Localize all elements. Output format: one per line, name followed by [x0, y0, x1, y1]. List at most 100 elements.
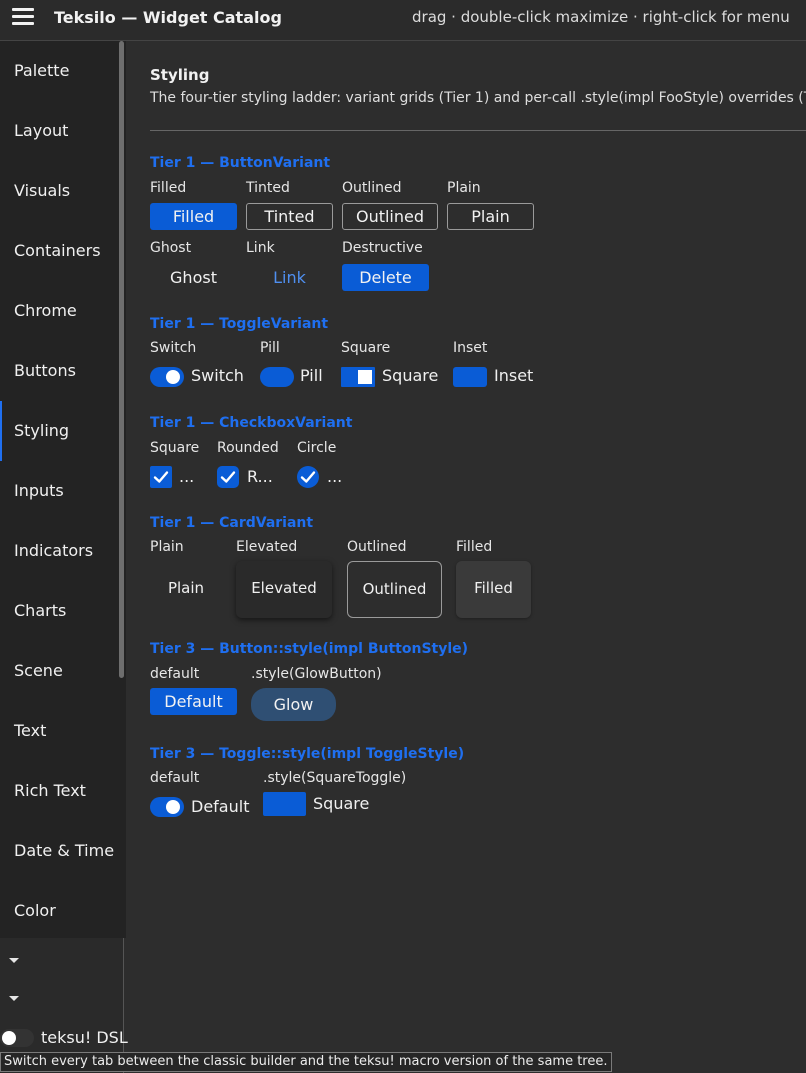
section-heading-button-style: Tier 3 — Button::style(impl ButtonStyle) — [150, 641, 469, 657]
default-toggle[interactable]: Default — [150, 797, 260, 817]
sidebar-item-label: Chrome — [14, 301, 77, 320]
page-title: Styling — [150, 66, 210, 84]
variant-caption: Elevated — [236, 539, 298, 555]
variant-caption: Ghost — [150, 240, 192, 256]
sidebar-item-label: Buttons — [14, 361, 76, 380]
section-heading-toggle-style: Tier 3 — Toggle::style(impl ToggleStyle) — [150, 746, 465, 762]
variant-caption: Filled — [456, 539, 493, 555]
checkmark-icon — [153, 471, 169, 483]
variant-caption: Outlined — [347, 539, 407, 555]
toggle-track — [260, 367, 294, 387]
variant-caption: Pill — [260, 340, 280, 356]
sidebar-item-chrome[interactable]: Chrome — [0, 281, 118, 341]
hamburger-menu-icon[interactable] — [12, 8, 34, 26]
square-toggle[interactable]: Square — [341, 366, 441, 387]
variant-caption: Tinted — [246, 180, 290, 196]
variant-caption: Switch — [150, 340, 197, 356]
switch-toggle[interactable]: Switch — [150, 366, 254, 387]
sidebar-item-containers[interactable]: Containers — [0, 221, 118, 281]
sidebar-item-palette[interactable]: Palette — [0, 41, 118, 101]
sidebar-item-label: Containers — [14, 241, 101, 260]
toggle-label: Square — [382, 366, 439, 385]
window-hint: drag · double-click maximize · right-cli… — [412, 8, 790, 26]
tinted-button[interactable]: Tinted — [246, 203, 333, 230]
sidebar-item-date-time[interactable]: Date & Time — [0, 821, 118, 881]
title-bar[interactable]: Teksilo — Widget Catalog drag · double-c… — [0, 0, 806, 41]
sidebar-item-label: Visuals — [14, 181, 71, 200]
sidebar-item-inputs[interactable]: Inputs — [0, 461, 118, 521]
section-heading-button-variant: Tier 1 — ButtonVariant — [150, 155, 331, 171]
toggle-label: Default — [191, 797, 250, 816]
sidebar-item-label: Rich Text — [14, 781, 86, 800]
sidebar-item-styling[interactable]: Styling — [0, 401, 118, 461]
variant-caption: Plain — [447, 180, 481, 196]
main-content: Styling The four-tier styling ladder: va… — [126, 41, 806, 938]
square-style-toggle[interactable]: Square — [263, 792, 373, 816]
sidebar-scrollbar[interactable] — [119, 41, 124, 678]
filled-button[interactable]: Filled — [150, 203, 237, 230]
toggle-track — [263, 792, 306, 816]
sidebar-item-label: Palette — [14, 61, 70, 80]
filled-card: Filled — [456, 561, 531, 618]
caret-down-icon[interactable] — [9, 958, 19, 963]
variant-caption: Plain — [150, 539, 184, 555]
toggle-label: Pill — [300, 366, 323, 385]
caret-down-icon[interactable] — [9, 996, 19, 1001]
default-button[interactable]: Default — [150, 688, 237, 715]
sidebar-item-buttons[interactable]: Buttons — [0, 341, 118, 401]
toggle-track — [453, 367, 487, 387]
circle-checkbox[interactable] — [297, 466, 319, 488]
variant-caption: Destructive — [342, 240, 423, 256]
variant-caption: Inset — [453, 340, 488, 356]
inset-toggle[interactable]: Inset — [453, 366, 533, 387]
delete-button[interactable]: Delete — [342, 264, 429, 291]
variant-caption: .style(GlowButton) — [251, 666, 382, 682]
divider — [150, 130, 806, 131]
section-heading-checkbox-variant: Tier 1 — CheckboxVariant — [150, 415, 353, 431]
checkbox-label: R... — [247, 467, 273, 486]
glow-button[interactable]: Glow — [251, 688, 336, 721]
variant-caption: Filled — [150, 180, 187, 196]
link-button[interactable]: Link — [246, 264, 333, 291]
sidebar-item-layout[interactable]: Layout — [0, 101, 118, 161]
section-heading-card-variant: Tier 1 — CardVariant — [150, 515, 314, 531]
checkmark-icon — [300, 471, 316, 483]
plain-button[interactable]: Plain — [447, 203, 534, 230]
outlined-button[interactable]: Outlined — [342, 203, 438, 230]
sidebar-item-text[interactable]: Text — [0, 701, 118, 761]
toggle-label: Switch — [191, 366, 244, 385]
sidebar-item-label: Layout — [14, 121, 69, 140]
sidebar-item-rich-text[interactable]: Rich Text — [0, 761, 118, 821]
toggle-knob — [166, 370, 180, 384]
tooltip: Switch every tab between the classic bui… — [0, 1052, 612, 1072]
toggle-knob — [2, 1031, 16, 1045]
sidebar-item-label: Text — [14, 721, 47, 740]
sidebar-item-indicators[interactable]: Indicators — [0, 521, 118, 581]
checkmark-icon — [220, 471, 236, 483]
window-title: Teksilo — Widget Catalog — [54, 8, 282, 27]
rounded-checkbox[interactable] — [217, 466, 239, 488]
sidebar-item-visuals[interactable]: Visuals — [0, 161, 118, 221]
outlined-card: Outlined — [347, 561, 442, 618]
ghost-button[interactable]: Ghost — [150, 264, 237, 291]
plain-card: Plain — [167, 579, 205, 597]
sidebar: Palette Layout Visuals Containers Chrome… — [0, 41, 126, 938]
elevated-card: Elevated — [236, 561, 332, 618]
page-description: The four-tier styling ladder: variant gr… — [150, 90, 806, 106]
checkbox-label: ... — [327, 467, 343, 486]
dsl-toggle[interactable] — [0, 1029, 34, 1047]
square-checkbox[interactable] — [150, 466, 172, 488]
toggle-knob — [166, 800, 180, 814]
pill-toggle[interactable]: Pill — [260, 366, 330, 387]
variant-caption: default — [150, 770, 200, 786]
sidebar-item-label: Charts — [14, 601, 67, 620]
dsl-toggle-label: teksu! DSL — [41, 1028, 128, 1047]
sidebar-item-charts[interactable]: Charts — [0, 581, 118, 641]
checkbox-label: ... — [179, 467, 195, 486]
sidebar-item-color[interactable]: Color — [0, 881, 118, 941]
sidebar-item-label: Indicators — [14, 541, 94, 560]
variant-caption: Outlined — [342, 180, 402, 196]
sidebar-item-scene[interactable]: Scene — [0, 641, 118, 701]
toggle-label: Square — [313, 794, 370, 813]
variant-caption: Rounded — [217, 440, 279, 456]
